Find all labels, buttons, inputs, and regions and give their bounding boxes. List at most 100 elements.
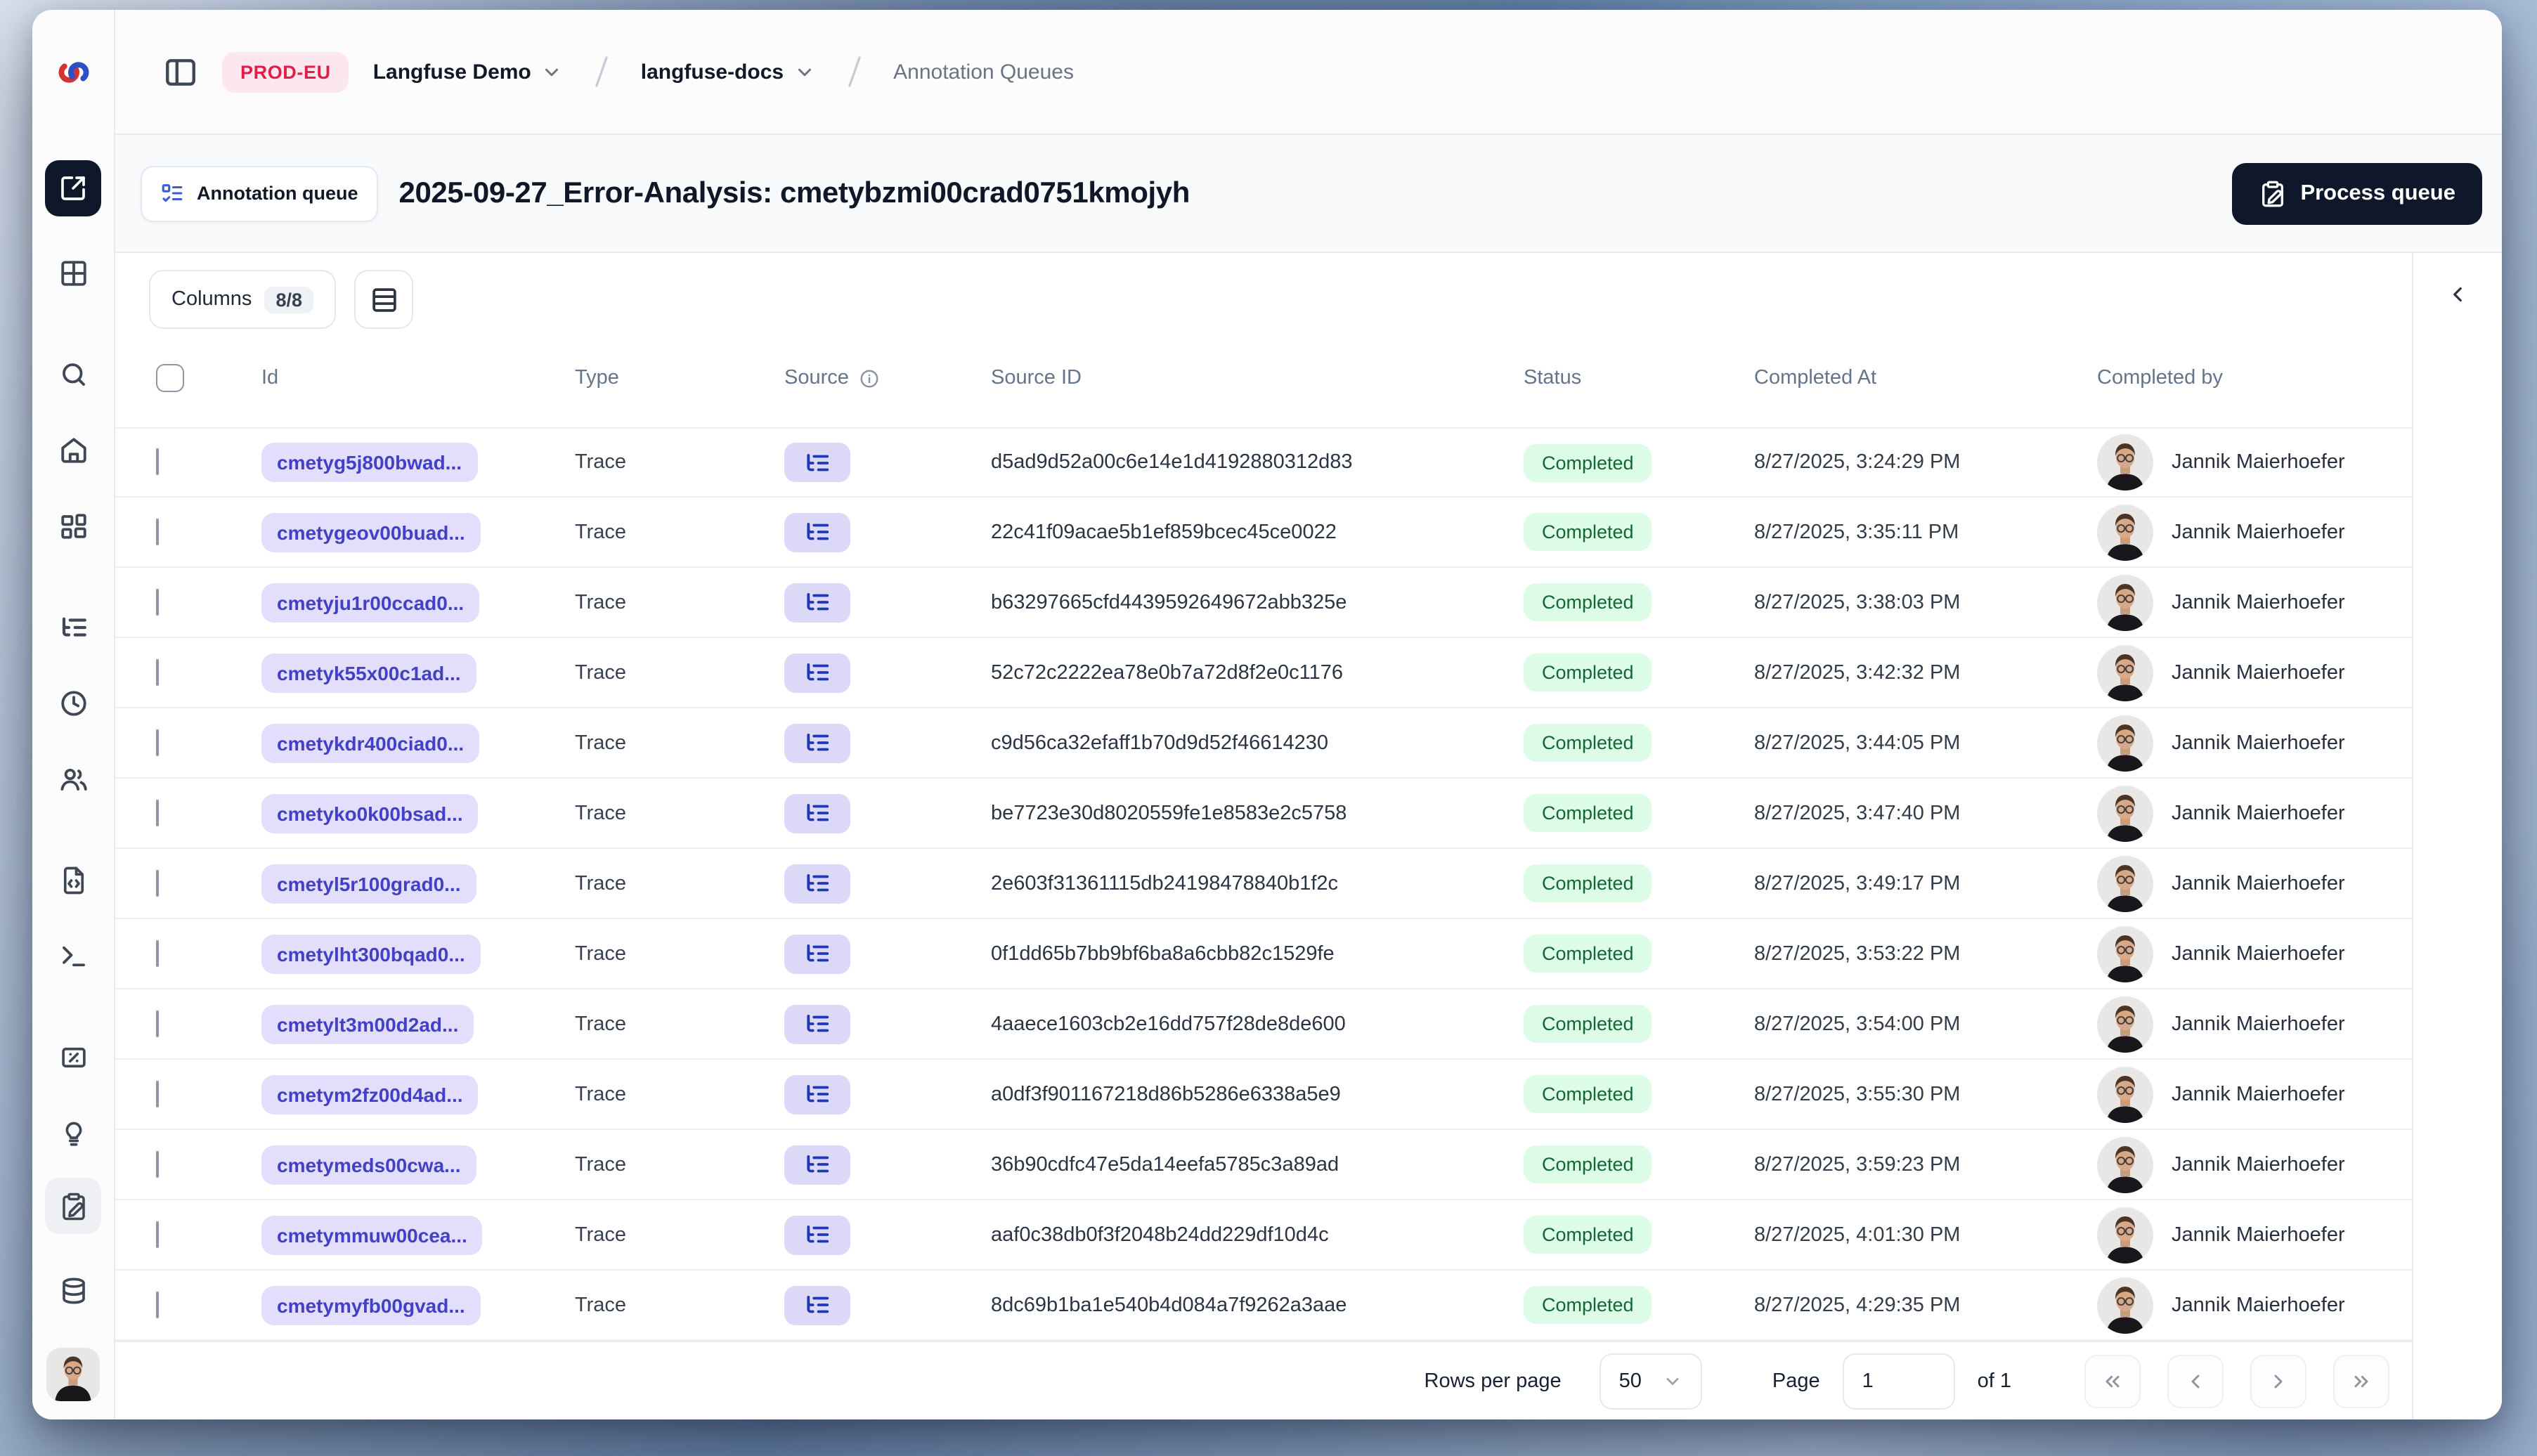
user-avatar-menu[interactable] xyxy=(46,1348,100,1401)
header-status[interactable]: Status xyxy=(1524,367,1754,389)
row-checkbox[interactable] xyxy=(156,518,159,545)
sidebar-item-playground[interactable] xyxy=(53,936,93,975)
completed-at-value: 8/27/2025, 3:38:03 PM xyxy=(1754,591,1961,613)
row-checkbox[interactable] xyxy=(156,799,159,826)
source-trace-button[interactable] xyxy=(784,934,850,973)
item-id-link[interactable]: cmetylht300bqad0... xyxy=(261,934,481,973)
sidebar-item-search[interactable] xyxy=(53,354,93,394)
last-page-button[interactable] xyxy=(2333,1354,2389,1408)
item-id-link[interactable]: cmetygeov00buad... xyxy=(261,512,481,552)
row-checkbox[interactable] xyxy=(156,729,159,755)
page-number-input[interactable]: 1 xyxy=(1842,1353,1955,1409)
source-trace-button[interactable] xyxy=(784,864,850,903)
sidebar-item-users[interactable] xyxy=(53,759,93,798)
header-source-id[interactable]: Source ID xyxy=(991,367,1524,389)
annotation-queue-badge-label: Annotation queue xyxy=(197,183,358,204)
table-row[interactable]: cmetylt3m00d2ad... Trace 4aaece1603cb2e1… xyxy=(115,989,2412,1060)
source-trace-button[interactable] xyxy=(784,793,850,833)
expand-panel-button[interactable] xyxy=(2437,273,2479,315)
sidebar-item-home[interactable] xyxy=(53,430,93,469)
table-row[interactable]: cmetyko0k00bsad... Trace be7723e30d80205… xyxy=(115,779,2412,849)
row-checkbox[interactable] xyxy=(156,588,159,615)
table-row[interactable]: cmetyg5j800bwad... Trace d5ad9d52a00c6e1… xyxy=(115,427,2412,498)
source-trace-button[interactable] xyxy=(784,1215,850,1254)
first-page-button[interactable] xyxy=(2084,1354,2141,1408)
open-external-button[interactable] xyxy=(45,160,101,216)
item-id-link[interactable]: cmetymyfb00gvad... xyxy=(261,1285,481,1325)
table-row[interactable]: cmetyju1r00ccad0... Trace b63297665cfd44… xyxy=(115,568,2412,638)
row-checkbox[interactable] xyxy=(156,1291,159,1318)
table-row[interactable]: cmetyl5r100grad0... Trace 2e603f31361115… xyxy=(115,849,2412,919)
sidebar-item-datasets[interactable] xyxy=(53,1270,93,1310)
row-checkbox[interactable] xyxy=(156,658,159,685)
item-id-link[interactable]: cmetyju1r00ccad0... xyxy=(261,583,480,622)
home-icon xyxy=(60,437,86,462)
header-type[interactable]: Type xyxy=(575,367,784,389)
table-row[interactable]: cmetymmuw00cea... Trace aaf0c38db0f3f204… xyxy=(115,1200,2412,1270)
page-label: Page xyxy=(1772,1370,1820,1392)
item-id-link[interactable]: cmetymmuw00cea... xyxy=(261,1215,483,1254)
table-row[interactable]: cmetylht300bqad0... Trace 0f1dd65b7bb9bf… xyxy=(115,919,2412,989)
row-checkbox[interactable] xyxy=(156,1150,159,1177)
source-trace-button[interactable] xyxy=(784,1074,850,1114)
row-height-button[interactable] xyxy=(354,270,413,329)
table-row[interactable]: cmetygeov00buad... Trace 22c41f09acae5b1… xyxy=(115,498,2412,568)
sidebar-item-insights[interactable] xyxy=(53,1113,93,1152)
select-all-checkbox[interactable] xyxy=(156,364,184,392)
process-queue-button[interactable]: Process queue xyxy=(2231,162,2482,224)
row-checkbox[interactable] xyxy=(156,1221,159,1247)
table-row[interactable]: cmetymyfb00gvad... Trace 8dc69b1ba1e540b… xyxy=(115,1270,2412,1341)
row-checkbox[interactable] xyxy=(156,448,159,475)
source-trace-button[interactable] xyxy=(784,512,850,552)
item-id-link[interactable]: cmetymeds00cwa... xyxy=(261,1145,476,1184)
status-badge: Completed xyxy=(1524,935,1652,973)
row-checkbox[interactable] xyxy=(156,940,159,966)
item-id-link[interactable]: cmetyl5r100grad0... xyxy=(261,864,476,903)
sidebar-toggle-button[interactable] xyxy=(163,54,198,89)
sidebar-item-annotation-queues[interactable] xyxy=(45,1178,101,1234)
next-page-button[interactable] xyxy=(2250,1354,2306,1408)
source-trace-button[interactable] xyxy=(784,653,850,692)
rows-per-page-select[interactable]: 50 xyxy=(1599,1353,1702,1409)
item-id-link[interactable]: cmetyg5j800bwad... xyxy=(261,443,478,482)
langfuse-logo[interactable] xyxy=(32,10,114,135)
rows-icon xyxy=(372,287,396,311)
source-trace-button[interactable] xyxy=(784,1004,850,1044)
table-row[interactable]: cmetym2fz00d4ad... Trace a0df3f901167218… xyxy=(115,1060,2412,1130)
item-id-link[interactable]: cmetylt3m00d2ad... xyxy=(261,1004,474,1044)
sidebar-item-prompts[interactable] xyxy=(53,860,93,899)
environment-badge[interactable]: PROD-EU xyxy=(222,51,349,92)
org-switcher[interactable]: Langfuse Demo xyxy=(373,60,562,84)
table-row[interactable]: cmetykdr400ciad0... Trace c9d56ca32efaff… xyxy=(115,708,2412,779)
item-id-link[interactable]: cmetyko0k00bsad... xyxy=(261,793,479,833)
row-checkbox[interactable] xyxy=(156,1010,159,1036)
previous-page-button[interactable] xyxy=(2167,1354,2224,1408)
header-id[interactable]: Id xyxy=(261,367,575,389)
sidebar-item-evaluators[interactable] xyxy=(53,1037,93,1077)
source-trace-button[interactable] xyxy=(784,723,850,762)
sidebar-item-dashboards[interactable] xyxy=(53,506,93,545)
columns-button[interactable]: Columns 8/8 xyxy=(149,270,336,329)
content: Columns 8/8 Id Type Source Source ID Sta… xyxy=(115,253,2502,1419)
header-completed-by[interactable]: Completed by xyxy=(2097,367,2412,389)
sidebar-item-sessions[interactable] xyxy=(53,683,93,722)
project-switcher[interactable]: langfuse-docs xyxy=(641,60,815,84)
sidebar-item-table-view[interactable] xyxy=(53,253,93,292)
item-id-link[interactable]: cmetyk55x00c1ad... xyxy=(261,653,476,692)
item-id-link[interactable]: cmetym2fz00d4ad... xyxy=(261,1074,479,1114)
table-row[interactable]: cmetymeds00cwa... Trace 36b90cdfc47e5da1… xyxy=(115,1130,2412,1200)
source-trace-button[interactable] xyxy=(784,443,850,482)
table-row[interactable]: cmetyk55x00c1ad... Trace 52c72c2222ea78e… xyxy=(115,638,2412,708)
completed-by-avatar xyxy=(2097,644,2153,701)
terminal-icon xyxy=(62,945,84,966)
header-source[interactable]: Source xyxy=(784,367,991,389)
item-id-link[interactable]: cmetykdr400ciad0... xyxy=(261,723,480,762)
source-trace-button[interactable] xyxy=(784,583,850,622)
item-type: Trace xyxy=(575,1223,627,1246)
source-trace-button[interactable] xyxy=(784,1285,850,1325)
source-trace-button[interactable] xyxy=(784,1145,850,1184)
row-checkbox[interactable] xyxy=(156,1080,159,1107)
sidebar-item-tracing[interactable] xyxy=(53,607,93,646)
row-checkbox[interactable] xyxy=(156,869,159,896)
header-completed-at[interactable]: Completed At xyxy=(1754,367,2097,389)
